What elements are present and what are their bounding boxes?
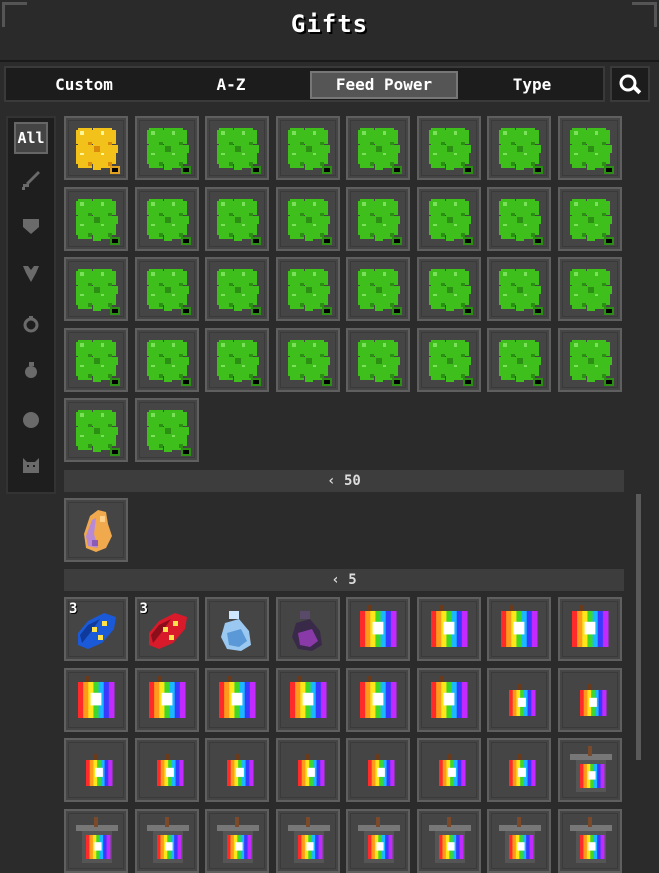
gift-slot-rainbow-bucket[interactable]	[416, 808, 481, 873]
gift-slot-clover[interactable]	[275, 186, 340, 251]
gift-slot-clover[interactable]	[416, 327, 481, 392]
sort-tab-custom[interactable]: Custom	[14, 71, 154, 99]
gift-slot-clover[interactable]	[134, 257, 199, 321]
gift-slot-rainbow-paint-large[interactable]	[416, 597, 481, 661]
filter-all[interactable]: All	[14, 122, 48, 154]
gift-slot-clover[interactable]	[205, 327, 269, 392]
gift-slot-clover[interactable]	[487, 257, 551, 321]
gift-slot-clover[interactable]	[275, 327, 340, 392]
sort-tab-a-z[interactable]: A-Z	[166, 71, 296, 99]
gift-slot-rainbow-paint-small[interactable]	[64, 738, 128, 802]
gift-slot-rainbow-bucket[interactable]	[64, 808, 128, 873]
potion-icon	[25, 362, 37, 378]
filter-potion[interactable]	[14, 354, 48, 386]
gift-slot-rainbow-paint-small[interactable]	[487, 738, 551, 802]
filter-armor[interactable]	[14, 210, 48, 242]
gift-slot-clover[interactable]	[557, 257, 622, 321]
gift-slot-rainbow-paint-small[interactable]	[557, 667, 622, 732]
gift-slot-clover[interactable]	[557, 116, 622, 180]
search-button[interactable]	[610, 66, 650, 102]
gift-slot-rainbow-paint-small[interactable]	[346, 738, 410, 802]
amulet-icon	[23, 266, 39, 282]
filter-pet[interactable]	[14, 450, 48, 482]
gift-slot-rainbow-paint-large[interactable]	[205, 667, 269, 732]
gift-slot-rainbow-bucket[interactable]	[487, 808, 551, 873]
gift-slot-rainbow-paint-large[interactable]	[64, 667, 128, 732]
gift-slot-rainbow-bucket[interactable]	[275, 808, 340, 873]
gift-slot-clover[interactable]	[557, 327, 622, 392]
gift-slot-clover[interactable]	[346, 186, 410, 251]
gift-slot-rainbow-paint-small[interactable]	[275, 738, 340, 802]
gift-slot-purple-potion[interactable]	[275, 597, 340, 661]
group-divider: ‹ 5	[64, 569, 624, 591]
sort-bar: Custom A-Z Feed Power Type	[4, 66, 605, 102]
scrollbar[interactable]	[636, 494, 641, 760]
filter-ring[interactable]	[14, 308, 48, 340]
gift-slot-clover[interactable]	[346, 116, 410, 180]
gift-slot-rainbow-bucket[interactable]	[557, 808, 622, 873]
quantity-badge: 3	[139, 601, 148, 617]
gift-slot-rainbow-paint-small[interactable]	[487, 667, 551, 732]
gift-slot-rainbow-paint-small[interactable]	[134, 738, 199, 802]
gift-slot-clover[interactable]	[205, 116, 269, 180]
gift-slot-clover[interactable]	[205, 186, 269, 251]
ring-icon	[23, 316, 39, 333]
gift-slot-rainbow-paint-small[interactable]	[205, 738, 269, 802]
gift-slot-clover[interactable]	[557, 186, 622, 251]
gift-slot-rainbow-paint-large[interactable]	[134, 667, 199, 732]
gift-slot-rainbow-bucket[interactable]	[346, 808, 410, 873]
gift-slot-clover[interactable]	[64, 257, 128, 321]
gift-slot-egg-gem[interactable]	[64, 498, 128, 562]
orb-icon	[23, 412, 39, 428]
title-bar: Gifts	[0, 0, 659, 62]
gift-slot-rainbow-paint-large[interactable]	[346, 667, 410, 732]
gift-slot-clover[interactable]	[416, 186, 481, 251]
gift-slot-clover[interactable]	[416, 257, 481, 321]
gift-slot-rainbow-paint-large[interactable]	[487, 597, 551, 661]
gift-slot-rainbow-paint-small[interactable]	[416, 738, 481, 802]
gift-slot-rainbow-bucket[interactable]	[557, 738, 622, 802]
filter-sidebar: All	[6, 116, 56, 494]
gift-slot-rainbow-paint-large[interactable]	[275, 667, 340, 732]
gift-slot-clover[interactable]	[346, 257, 410, 321]
magnifier-icon	[619, 74, 642, 95]
gift-slot-rainbow-paint-large[interactable]	[346, 597, 410, 661]
gift-slot-clover[interactable]	[64, 327, 128, 392]
sword-icon	[22, 171, 40, 190]
gift-slot-clover[interactable]	[205, 257, 269, 321]
gift-slot-rainbow-bucket[interactable]	[134, 808, 199, 873]
page-title: Gifts	[290, 10, 369, 38]
sort-tab-feed-power[interactable]: Feed Power	[310, 71, 458, 99]
sort-tab-type[interactable]: Type	[472, 71, 592, 99]
gift-slot-clover[interactable]	[346, 327, 410, 392]
quantity-badge: 3	[69, 601, 78, 617]
gift-slot-clover[interactable]	[487, 327, 551, 392]
gift-slot-blue-potion[interactable]	[205, 597, 269, 661]
filter-weapon[interactable]	[14, 164, 48, 196]
group-divider: ‹ 50	[64, 470, 624, 492]
gift-slot-clover[interactable]	[134, 327, 199, 392]
gift-slot-clover[interactable]	[487, 186, 551, 251]
gift-slot-clover[interactable]	[275, 257, 340, 321]
gift-slot-rainbow-paint-large[interactable]	[416, 667, 481, 732]
gift-slot-clover[interactable]	[134, 116, 199, 180]
cat-icon	[23, 458, 39, 473]
gift-slot-clover[interactable]	[416, 116, 481, 180]
gift-slot-clover[interactable]	[134, 398, 199, 462]
gift-slot-clover[interactable]	[134, 186, 199, 251]
gift-slot-rainbow-bucket[interactable]	[205, 808, 269, 873]
gift-slot-clover[interactable]	[64, 398, 128, 462]
filter-amulet[interactable]	[14, 258, 48, 290]
gift-slot-rainbow-paint-large[interactable]	[557, 597, 622, 661]
armor-icon	[23, 219, 39, 234]
gift-slot-golden-clover[interactable]	[64, 116, 128, 180]
gift-slot-clover[interactable]	[64, 186, 128, 251]
filter-orb[interactable]	[14, 404, 48, 436]
gift-slot-clover[interactable]	[275, 116, 340, 180]
gift-slot-clover[interactable]	[487, 116, 551, 180]
gift-slot-blue-candy[interactable]: 3	[64, 597, 128, 661]
gift-slot-red-candy[interactable]: 3	[134, 597, 199, 661]
